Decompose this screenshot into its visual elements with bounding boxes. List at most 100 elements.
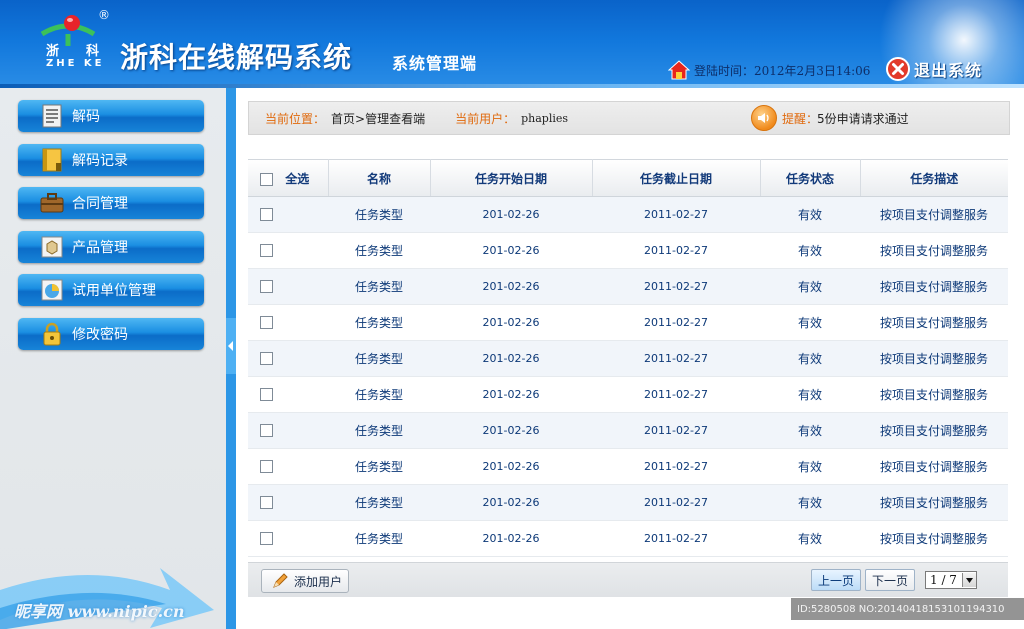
row-checkbox[interactable]	[260, 460, 273, 474]
cell-start-date: 201-02-26	[430, 484, 592, 521]
cell-name: 任务类型	[328, 232, 430, 269]
table-row[interactable]: 任务类型 201-02-26 2011-02-27 有效 按项目支付调整服务	[248, 232, 1008, 269]
row-checkbox[interactable]	[260, 208, 273, 222]
cell-end-date: 2011-02-27	[592, 232, 760, 269]
app-header: ® 浙 科 ZHE KE 浙科在线解码系统 系统管理端 登陆时间： 2012年2…	[0, 0, 1024, 88]
row-checkbox-cell	[248, 412, 328, 449]
logout-label: 退出系统	[914, 61, 983, 80]
logo-char-right: 科	[86, 44, 100, 59]
notebook-icon	[40, 148, 64, 172]
sidebar-item-product-management[interactable]: 产品管理	[18, 231, 204, 263]
add-user-button[interactable]: 添加用户	[261, 569, 349, 593]
cell-description: 按项目支付调整服务	[860, 412, 1008, 449]
cell-start-date: 201-02-26	[430, 196, 592, 233]
cell-end-date: 2011-02-27	[592, 376, 760, 413]
cell-name: 任务类型	[328, 412, 430, 449]
row-checkbox[interactable]	[260, 352, 273, 366]
cell-name: 任务类型	[328, 484, 430, 521]
logout-button[interactable]: 退出系统	[886, 57, 982, 81]
table-row[interactable]: 任务类型 201-02-26 2011-02-27 有效 按项目支付调整服务	[248, 520, 1008, 557]
select-all-checkbox[interactable]	[260, 172, 273, 186]
cell-status: 有效	[760, 484, 860, 521]
logo-char-left: 浙	[46, 44, 60, 59]
table-row[interactable]: 任务类型 201-02-26 2011-02-27 有效 按项目支付调整服务	[248, 268, 1008, 305]
cell-start-date: 201-02-26	[430, 412, 592, 449]
sidebar-item-contract-management[interactable]: 合同管理	[18, 187, 204, 219]
table-row[interactable]: 任务类型 201-02-26 2011-02-27 有效 按项目支付调整服务	[248, 304, 1008, 341]
table-row[interactable]: 任务类型 201-02-26 2011-02-27 有效 按项目支付调整服务	[248, 448, 1008, 485]
table-row[interactable]: 任务类型 201-02-26 2011-02-27 有效 按项目支付调整服务	[248, 340, 1008, 377]
column-header-end-date: 任务截止日期	[592, 159, 761, 197]
table-row[interactable]: 任务类型 201-02-26 2011-02-27 有效 按项目支付调整服务	[248, 484, 1008, 521]
row-checkbox[interactable]	[260, 388, 273, 402]
cell-status: 有效	[760, 376, 860, 413]
breadcrumb[interactable]: 首页>管理查看端	[331, 110, 425, 127]
row-checkbox-cell	[248, 376, 328, 413]
chevron-left-icon	[228, 341, 233, 351]
cell-description: 按项目支付调整服务	[860, 232, 1008, 269]
cell-name: 任务类型	[328, 196, 430, 233]
cell-status: 有效	[760, 304, 860, 341]
speaker-icon	[751, 105, 777, 131]
sidebar-item-label: 合同管理	[72, 196, 128, 212]
logo-english: ZHE KE	[46, 58, 105, 69]
cell-start-date: 201-02-26	[430, 376, 592, 413]
row-checkbox[interactable]	[260, 316, 273, 330]
cell-description: 按项目支付调整服务	[860, 448, 1008, 485]
cell-start-date: 201-02-26	[430, 340, 592, 377]
row-checkbox[interactable]	[260, 244, 273, 258]
cell-description: 按项目支付调整服务	[860, 304, 1008, 341]
row-checkbox-cell	[248, 340, 328, 377]
row-checkbox-cell	[248, 304, 328, 341]
table-row[interactable]: 任务类型 201-02-26 2011-02-27 有效 按项目支付调整服务	[248, 196, 1008, 233]
sidebar-item-label: 解码记录	[72, 153, 128, 169]
row-checkbox[interactable]	[260, 280, 273, 294]
sidebar-item-label: 解码	[72, 109, 100, 125]
sidebar-item-label: 产品管理	[72, 240, 128, 256]
row-checkbox[interactable]	[260, 532, 273, 546]
cell-end-date: 2011-02-27	[592, 268, 760, 305]
table-row[interactable]: 任务类型 201-02-26 2011-02-27 有效 按项目支付调整服务	[248, 376, 1008, 413]
table-footer: 添加用户 上一页 下一页 1 / 7	[248, 562, 1008, 597]
cell-description: 按项目支付调整服务	[860, 376, 1008, 413]
zheke-logo: ® 浙 科 ZHE KE	[36, 8, 116, 72]
page-select[interactable]: 1 / 7	[925, 571, 977, 589]
sidebar-item-trial-unit-management[interactable]: 试用单位管理	[18, 274, 204, 306]
row-checkbox-cell	[248, 484, 328, 521]
sidebar-item-decode[interactable]: 解码	[18, 100, 204, 132]
row-checkbox[interactable]	[260, 424, 273, 438]
login-info: 登陆时间： 2012年2月3日14:06	[668, 60, 870, 80]
pie-chart-icon	[40, 278, 64, 302]
page-select-value: 1 / 7	[930, 573, 957, 587]
location-bar: 当前位置： 首页>管理查看端 当前用户： phaplies 提醒： 5份申请请求…	[248, 101, 1010, 135]
cell-start-date: 201-02-26	[430, 268, 592, 305]
reminder-text[interactable]: 5份申请请求通过	[817, 110, 909, 127]
cell-status: 有效	[760, 196, 860, 233]
column-header-status: 任务状态	[760, 159, 861, 197]
cell-start-date: 201-02-26	[430, 304, 592, 341]
next-page-button[interactable]: 下一页	[865, 569, 915, 591]
cell-description: 按项目支付调整服务	[860, 268, 1008, 305]
sidebar-item-decode-records[interactable]: 解码记录	[18, 144, 204, 176]
sidebar-item-change-password[interactable]: 修改密码	[18, 318, 204, 350]
table-row[interactable]: 任务类型 201-02-26 2011-02-27 有效 按项目支付调整服务	[248, 412, 1008, 449]
row-checkbox[interactable]	[260, 496, 273, 510]
app-subtitle: 系统管理端	[392, 54, 478, 73]
current-user-label: 当前用户：	[455, 111, 516, 126]
app-title: 浙科在线解码系统	[120, 41, 353, 74]
cell-end-date: 2011-02-27	[592, 196, 760, 233]
previous-page-button[interactable]: 上一页	[811, 569, 861, 591]
collapse-sidebar-button[interactable]	[226, 318, 236, 374]
cell-end-date: 2011-02-27	[592, 484, 760, 521]
task-table: 全选 名称 任务开始日期 任务截止日期 任务状态 任务描述 任务类型 201-02…	[248, 159, 1008, 557]
cell-description: 按项目支付调整服务	[860, 484, 1008, 521]
cell-name: 任务类型	[328, 520, 430, 557]
image-id-watermark: ID:5280508 NO:20140418153101194310	[791, 598, 1024, 620]
table-body: 任务类型 201-02-26 2011-02-27 有效 按项目支付调整服务 任务类型 20…	[248, 196, 1008, 557]
watermark-text: 昵享网 www.nipic.cn	[14, 602, 185, 621]
main-content: 当前位置： 首页>管理查看端 当前用户： phaplies 提醒： 5份申请请求…	[236, 88, 1024, 629]
location-label: 当前位置：	[265, 111, 326, 126]
sidebar: 解码 解码记录 合同管理 产品管理 试用单位管理 修改密码 昵享网 www.ni…	[0, 88, 226, 629]
row-checkbox-cell	[248, 196, 328, 233]
cell-status: 有效	[760, 268, 860, 305]
